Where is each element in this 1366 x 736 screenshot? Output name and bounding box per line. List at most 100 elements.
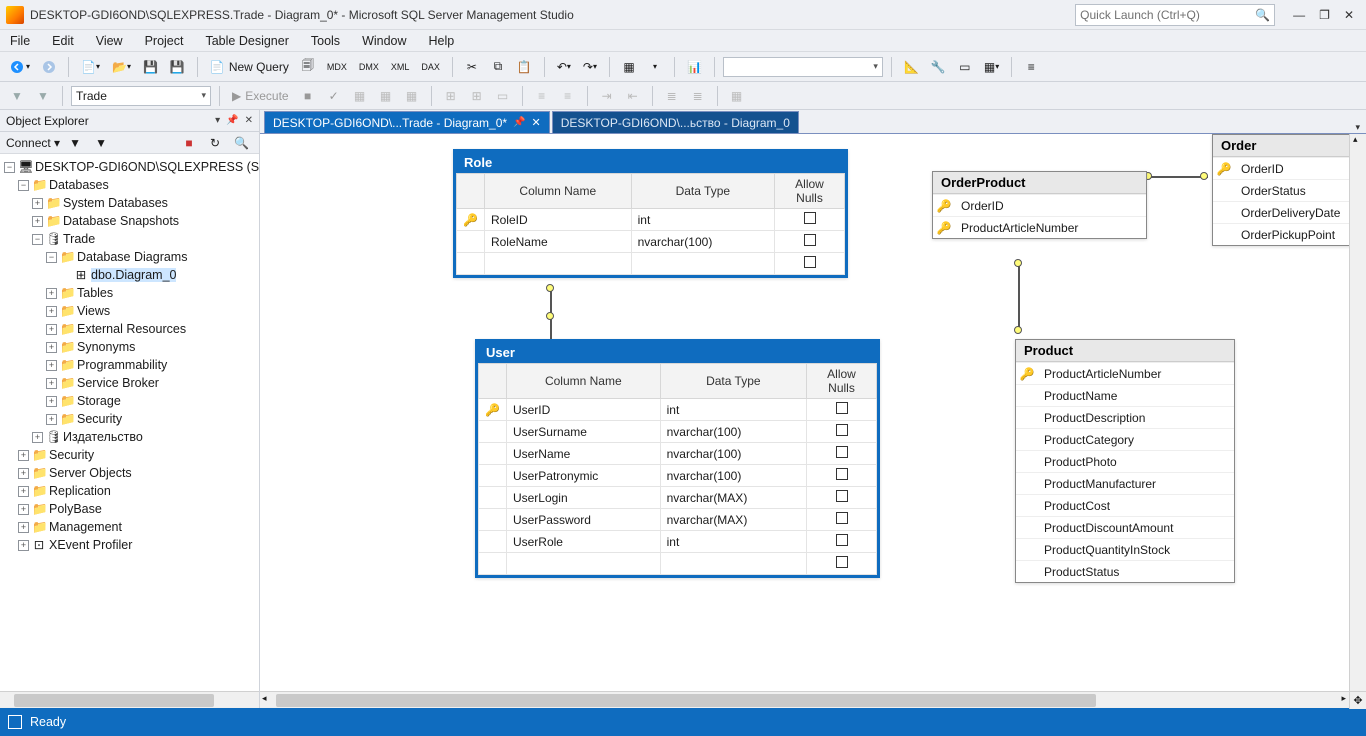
tool-icon-2[interactable]: 🔧 bbox=[927, 56, 950, 78]
tool-icon-3[interactable]: ▭ bbox=[954, 56, 976, 78]
cut-button[interactable]: ✂ bbox=[461, 56, 483, 78]
results-icon-2[interactable]: ⊞ bbox=[466, 85, 488, 107]
tree-databases[interactable]: Databases bbox=[49, 178, 109, 192]
plan-icon-3[interactable]: ▦ bbox=[401, 85, 423, 107]
search-combo[interactable]: ▾ bbox=[723, 57, 883, 77]
tree-izd[interactable]: Издательство bbox=[63, 430, 143, 444]
canvas-hscroll[interactable]: ◂ ▸ ✥ bbox=[260, 691, 1366, 708]
tab-trade-diagram[interactable]: DESKTOP-GDI6OND\...Trade - Diagram_0*📌✕ bbox=[264, 111, 550, 133]
outdent-icon-2[interactable]: ≣ bbox=[687, 85, 709, 107]
panel-pin-icon[interactable]: 📌 bbox=[226, 115, 238, 126]
indent-icon-2[interactable]: ≣ bbox=[661, 85, 683, 107]
menu-help[interactable]: Help bbox=[429, 34, 455, 48]
panel-close-icon[interactable]: ✕ bbox=[245, 115, 253, 126]
nav-back-button[interactable]: ▾ bbox=[6, 56, 34, 78]
filter-icon-2[interactable]: ▼ bbox=[32, 85, 54, 107]
tree-prog[interactable]: Programmability bbox=[77, 358, 167, 372]
oe-filter-icon-3[interactable]: 🔍 bbox=[230, 132, 253, 154]
diagram-canvas[interactable]: Role Column NameData TypeAllow Nulls 🔑Ro… bbox=[260, 134, 1366, 691]
database-combo[interactable]: Trade▾ bbox=[71, 86, 211, 106]
xmla-icon[interactable]: XML bbox=[387, 56, 414, 78]
tree-trade[interactable]: Trade bbox=[63, 232, 95, 246]
oe-filter-icon-2[interactable]: ▼ bbox=[90, 132, 112, 154]
save-button[interactable]: 💾 bbox=[139, 56, 162, 78]
execute-button[interactable]: ▶ Execute bbox=[228, 85, 293, 107]
tree-diagrams[interactable]: Database Diagrams bbox=[77, 250, 187, 264]
comment-icon[interactable]: ≡ bbox=[531, 85, 553, 107]
results-icon-1[interactable]: ⊞ bbox=[440, 85, 462, 107]
menu-project[interactable]: Project bbox=[145, 34, 184, 48]
stop-icon[interactable]: ■ bbox=[297, 85, 319, 107]
tree-synonyms[interactable]: Synonyms bbox=[77, 340, 135, 354]
plan-icon-2[interactable]: ▦ bbox=[375, 85, 397, 107]
diagram-table-user[interactable]: User Column NameData TypeAllow Nulls 🔑Us… bbox=[475, 339, 880, 578]
copy-button[interactable]: ⧉ bbox=[487, 56, 509, 78]
save-all-button[interactable]: 💾 bbox=[166, 56, 189, 78]
dmx-icon[interactable]: DMX bbox=[355, 56, 383, 78]
new-query-button[interactable]: 📄New Query bbox=[206, 56, 293, 78]
tree-svc-broker[interactable]: Service Broker bbox=[77, 376, 159, 390]
outdent-icon[interactable]: ⇤ bbox=[622, 85, 644, 107]
oe-refresh-icon[interactable]: ↻ bbox=[204, 132, 226, 154]
activity-monitor-icon[interactable]: 📊 bbox=[683, 56, 706, 78]
tree-sec-inner[interactable]: Security bbox=[77, 412, 122, 426]
connect-button[interactable]: Connect ▾ bbox=[6, 136, 60, 150]
tree-db-snap[interactable]: Database Snapshots bbox=[63, 214, 179, 228]
tabs-overflow-icon[interactable]: ▾ bbox=[1355, 122, 1360, 133]
tree-server[interactable]: DESKTOP-GDI6OND\SQLEXPRESS (SQL bbox=[35, 160, 259, 174]
object-explorer-hscroll[interactable] bbox=[0, 691, 259, 708]
diagram-table-product[interactable]: Product 🔑ProductArticleNumberProductName… bbox=[1015, 339, 1235, 583]
diagram-table-role[interactable]: Role Column NameData TypeAllow Nulls 🔑Ro… bbox=[453, 149, 848, 278]
menu-tools[interactable]: Tools bbox=[311, 34, 340, 48]
redo-button[interactable]: ↷▾ bbox=[579, 56, 601, 78]
dax-icon[interactable]: DAX bbox=[417, 56, 444, 78]
db-engine-query-icon[interactable]: 🗐 bbox=[297, 56, 319, 78]
tree-sys-db[interactable]: System Databases bbox=[63, 196, 168, 210]
menu-table-designer[interactable]: Table Designer bbox=[205, 34, 288, 48]
tree-tables[interactable]: Tables bbox=[77, 286, 113, 300]
object-explorer-tree[interactable]: −🖥DESKTOP-GDI6OND\SQLEXPRESS (SQL −📁Data… bbox=[0, 154, 259, 691]
nav-fwd-button[interactable] bbox=[38, 56, 60, 78]
tree-management[interactable]: Management bbox=[49, 520, 122, 534]
quick-launch-input[interactable]: Quick Launch (Ctrl+Q) 🔍 bbox=[1075, 4, 1275, 26]
menu-view[interactable]: View bbox=[96, 34, 123, 48]
open-button[interactable]: 📂▾ bbox=[108, 56, 135, 78]
panel-dropdown-icon[interactable]: ▾ bbox=[215, 115, 220, 126]
tab-close-icon[interactable]: ✕ bbox=[532, 116, 541, 129]
tree-diagram0[interactable]: dbo.Diagram_0 bbox=[91, 268, 176, 282]
filter-icon[interactable]: ▼ bbox=[6, 85, 28, 107]
menu-file[interactable]: File bbox=[10, 34, 30, 48]
tool-icon-5[interactable]: ≡ bbox=[1020, 56, 1042, 78]
specify-values-icon[interactable]: ▦ bbox=[726, 85, 748, 107]
oe-filter-icon[interactable]: ▼ bbox=[64, 132, 86, 154]
tree-xevent[interactable]: XEvent Profiler bbox=[49, 538, 132, 552]
indent-icon[interactable]: ⇥ bbox=[596, 85, 618, 107]
grid-dropdown[interactable]: ▾ bbox=[644, 56, 666, 78]
diagram-table-order[interactable]: Order 🔑OrderIDOrderStatusOrderDeliveryDa… bbox=[1212, 134, 1366, 246]
restore-button[interactable]: ❐ bbox=[1319, 8, 1330, 22]
minimize-button[interactable]: — bbox=[1293, 8, 1305, 22]
paste-button[interactable]: 📋 bbox=[513, 56, 536, 78]
tree-views[interactable]: Views bbox=[77, 304, 110, 318]
tool-icon-1[interactable]: 📐 bbox=[900, 56, 923, 78]
menu-window[interactable]: Window bbox=[362, 34, 406, 48]
mdx-icon[interactable]: MDX bbox=[323, 56, 351, 78]
close-button[interactable]: ✕ bbox=[1344, 8, 1354, 22]
tree-polybase[interactable]: PolyBase bbox=[49, 502, 102, 516]
oe-stop-icon[interactable]: ■ bbox=[178, 132, 200, 154]
diagram-table-orderproduct[interactable]: OrderProduct 🔑OrderID🔑ProductArticleNumb… bbox=[932, 171, 1147, 239]
menu-edit[interactable]: Edit bbox=[52, 34, 74, 48]
tree-security[interactable]: Security bbox=[49, 448, 94, 462]
parse-icon[interactable]: ✓ bbox=[323, 85, 345, 107]
grid-icon[interactable]: ▦ bbox=[618, 56, 640, 78]
canvas-vscroll[interactable]: ▴ bbox=[1349, 134, 1366, 691]
results-icon-3[interactable]: ▭ bbox=[492, 85, 514, 107]
tool-icon-4[interactable]: ▦▾ bbox=[980, 56, 1003, 78]
tree-server-obj[interactable]: Server Objects bbox=[49, 466, 132, 480]
pan-icon[interactable]: ✥ bbox=[1349, 692, 1366, 709]
pin-icon[interactable]: 📌 bbox=[513, 117, 525, 128]
uncomment-icon[interactable]: ≡ bbox=[557, 85, 579, 107]
tree-storage[interactable]: Storage bbox=[77, 394, 121, 408]
undo-button[interactable]: ↶▾ bbox=[553, 56, 575, 78]
plan-icon-1[interactable]: ▦ bbox=[349, 85, 371, 107]
